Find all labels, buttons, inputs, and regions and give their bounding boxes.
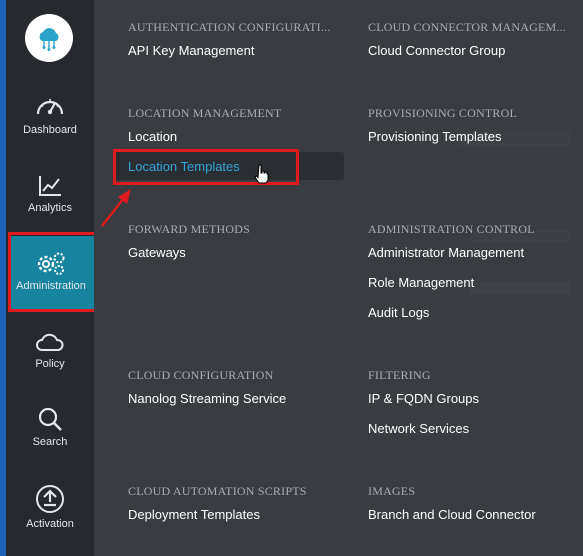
app-logo[interactable] xyxy=(25,14,73,62)
annotation-box-location-templates xyxy=(113,149,299,185)
gauge-icon xyxy=(36,99,64,115)
hand-pointer-cursor-icon xyxy=(254,164,269,184)
annotation-box-administration xyxy=(8,232,98,312)
menu-item-role-management[interactable]: Role Management xyxy=(368,275,474,290)
cloud-icon xyxy=(36,333,64,351)
sidebar-item-policy[interactable]: Policy xyxy=(6,330,94,370)
background-page-ghost xyxy=(470,282,570,294)
section-title-administration-control: ADMINISTRATION CONTROL xyxy=(368,222,535,236)
section-title-authentication: AUTHENTICATION CONFIGURATI... xyxy=(128,20,331,34)
sidebar-item-search[interactable]: Search xyxy=(6,406,94,448)
chart-icon xyxy=(39,176,61,196)
cloud-network-logo-icon xyxy=(39,28,59,51)
menu-item-network-services[interactable]: Network Services xyxy=(368,421,469,436)
section-title-cloud-automation-scripts: CLOUD AUTOMATION SCRIPTS xyxy=(128,484,307,498)
section-title-cloud-configuration: CLOUD CONFIGURATION xyxy=(128,368,274,382)
sidebar-item-dashboard[interactable]: Dashboard xyxy=(6,94,94,136)
sidebar-item-label: Dashboard xyxy=(23,124,77,136)
menu-item-gateways[interactable]: Gateways xyxy=(128,245,186,260)
sidebar-item-activation[interactable]: Activation xyxy=(6,484,94,530)
section-title-filtering: FILTERING xyxy=(368,368,431,382)
menu-item-administrator-management[interactable]: Administrator Management xyxy=(368,245,524,260)
sidebar-item-analytics[interactable]: Analytics xyxy=(6,174,94,214)
sidebar-item-label: Analytics xyxy=(27,202,73,214)
sidebar-item-label: Policy xyxy=(35,358,65,370)
menu-item-ip-fqdn-groups[interactable]: IP & FQDN Groups xyxy=(368,391,479,406)
menu-item-api-key-management[interactable]: API Key Management xyxy=(128,43,254,58)
menu-item-cloud-connector-group[interactable]: Cloud Connector Group xyxy=(368,43,505,58)
menu-item-audit-logs[interactable]: Audit Logs xyxy=(368,305,429,320)
section-title-images: IMAGES xyxy=(368,484,416,498)
sidebar-item-label: Search xyxy=(32,436,68,448)
menu-item-deployment-templates[interactable]: Deployment Templates xyxy=(128,507,260,522)
section-title-forward-methods: FORWARD METHODS xyxy=(128,222,251,236)
sidebar-item-label: Activation xyxy=(26,518,74,530)
search-icon xyxy=(38,407,62,431)
section-title-cloud-connector-management: CLOUD CONNECTOR MANAGEM... xyxy=(368,20,566,34)
menu-item-branch-and-cloud-connector[interactable]: Branch and Cloud Connector xyxy=(368,507,536,522)
section-title-provisioning-control: PROVISIONING CONTROL xyxy=(368,106,518,120)
upload-icon xyxy=(36,485,64,513)
section-title-location-management: LOCATION MANAGEMENT xyxy=(128,106,282,120)
menu-item-nanolog-streaming-service[interactable]: Nanolog Streaming Service xyxy=(128,391,286,406)
administration-menu-panel xyxy=(94,0,583,556)
menu-item-provisioning-templates[interactable]: Provisioning Templates xyxy=(368,129,501,144)
menu-item-location[interactable]: Location xyxy=(128,129,177,144)
